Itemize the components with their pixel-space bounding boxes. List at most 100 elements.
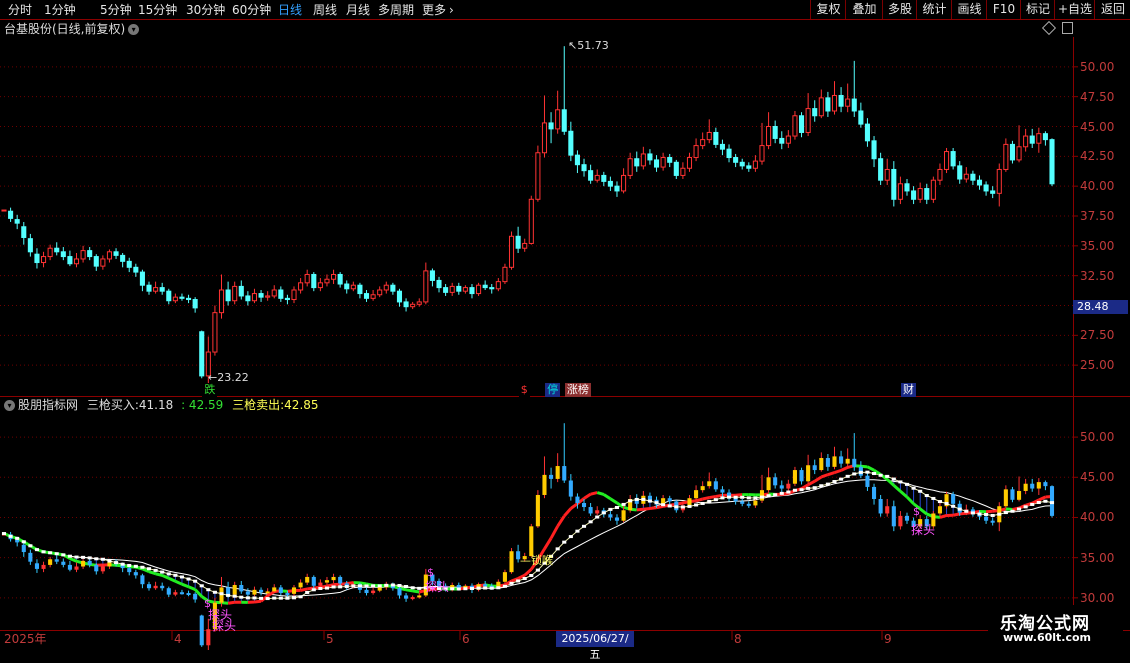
ind-candle-body: [773, 477, 777, 485]
ind-base-dot: [338, 585, 342, 588]
candle-body: [562, 110, 566, 131]
ind-candle-body: [147, 584, 151, 588]
candle-body: [622, 175, 626, 191]
ind-candle-body: [608, 514, 612, 517]
indicator-tick-label: 50.00: [1080, 431, 1128, 443]
cursor-date-box: 2025/06/27/五: [556, 631, 634, 647]
ind-candle-body: [1043, 482, 1047, 486]
ind-base-dot: [371, 584, 375, 587]
candle-body: [925, 189, 929, 200]
indicator-trend-segment: [149, 572, 156, 574]
indicator-trend-segment: [564, 508, 571, 516]
candle-body: [2, 210, 6, 211]
ind-base-dot: [615, 506, 619, 509]
indicator-trend-segment: [716, 495, 723, 496]
ind-base-dot: [127, 564, 131, 567]
indicator-trend-segment: [867, 467, 874, 470]
ind-base-dot: [951, 505, 955, 508]
ind-candle-body: [813, 465, 817, 470]
candle-body: [404, 302, 408, 307]
price-tick-label: 27.50: [1080, 329, 1128, 341]
ind-candle-body: [285, 593, 289, 595]
ind-base-dot: [958, 508, 962, 511]
indicator-trend-segment: [189, 587, 196, 590]
ind-base-dot: [272, 597, 276, 600]
event-marker[interactable]: 停: [545, 383, 560, 397]
ind-candle-body: [55, 559, 59, 561]
ind-base-dot: [575, 530, 579, 533]
candle-body: [114, 252, 118, 256]
candle-body: [898, 184, 902, 200]
event-marker[interactable]: $: [519, 383, 530, 397]
low-price-label: 23.22: [217, 371, 249, 384]
ind-base-dot: [2, 532, 6, 535]
indicator-trend-segment: [920, 509, 927, 514]
candle-body: [753, 161, 757, 168]
candle-body: [1004, 144, 1008, 169]
ind-candle-body: [1037, 482, 1041, 488]
event-marker[interactable]: 涨榜: [565, 383, 591, 397]
ind-candle-body: [819, 458, 823, 470]
ind-base-dot: [707, 500, 711, 503]
ind-base-dot: [345, 585, 349, 588]
ind-base-dot: [312, 588, 316, 591]
ind-candle-body: [246, 591, 250, 594]
buy-label: 三枪买入:: [87, 398, 139, 412]
ind-candle-body: [707, 481, 711, 486]
ind-base-dot: [187, 578, 191, 581]
candle-body: [312, 274, 316, 287]
chevron-down-icon[interactable]: ▾: [4, 400, 15, 411]
chart-canvas[interactable]: [0, 0, 1130, 650]
candle-body: [602, 175, 606, 181]
ind-base-dot: [760, 496, 764, 499]
event-marker[interactable]: 财: [901, 383, 916, 397]
indicator-name: 股朋指标网: [18, 398, 78, 412]
ind-base-dot: [1017, 508, 1021, 511]
ind-base-dot: [964, 510, 968, 513]
sell-label: 三枪卖出:: [232, 398, 284, 412]
candle-body: [292, 290, 296, 300]
candle-body: [595, 175, 599, 180]
indicator-trend-segment: [650, 508, 657, 509]
candle-body: [134, 267, 138, 272]
ind-base-dot: [780, 492, 784, 495]
ind-base-dot: [239, 596, 243, 599]
candle-body: [832, 95, 836, 111]
indicator-trend-segment: [960, 513, 967, 514]
ind-candle-body: [74, 567, 78, 570]
indicator-upper-line: [4, 472, 1052, 598]
ind-base-dot: [292, 596, 296, 599]
ind-base-dot: [285, 597, 289, 600]
ind-base-dot: [94, 557, 98, 560]
ind-base-dot: [905, 483, 909, 486]
ind-base-dot: [991, 514, 995, 517]
ind-candle-body: [1010, 489, 1014, 499]
candle-body: [575, 155, 579, 165]
ind-base-dot: [180, 575, 184, 578]
ind-base-dot: [1050, 501, 1054, 504]
ind-candle-body: [839, 456, 843, 463]
candle-body: [28, 239, 32, 252]
ind-candle-body: [760, 490, 764, 500]
candle-body: [681, 168, 685, 175]
ind-base-dot: [259, 597, 263, 600]
ind-base-dot: [68, 555, 72, 558]
candle-body: [958, 166, 962, 179]
ind-candle-body: [180, 592, 184, 594]
ind-candle-body: [793, 470, 797, 484]
ind-candle-body: [569, 481, 573, 497]
candle-body: [332, 274, 336, 279]
event-marker[interactable]: 跌: [202, 383, 217, 397]
ind-candle-body: [832, 456, 836, 466]
ind-base-dot: [397, 584, 401, 587]
candle-body: [865, 124, 869, 141]
ind-base-dot: [813, 486, 817, 489]
indicator-trend-segment: [169, 578, 176, 581]
ind-base-dot: [865, 471, 869, 474]
ind-base-dot: [608, 508, 612, 511]
candle-body: [549, 123, 553, 129]
ind-base-dot: [931, 497, 935, 500]
indicator-trend-segment: [175, 581, 182, 584]
ind-base-dot: [48, 551, 52, 554]
candle-body: [226, 290, 230, 301]
